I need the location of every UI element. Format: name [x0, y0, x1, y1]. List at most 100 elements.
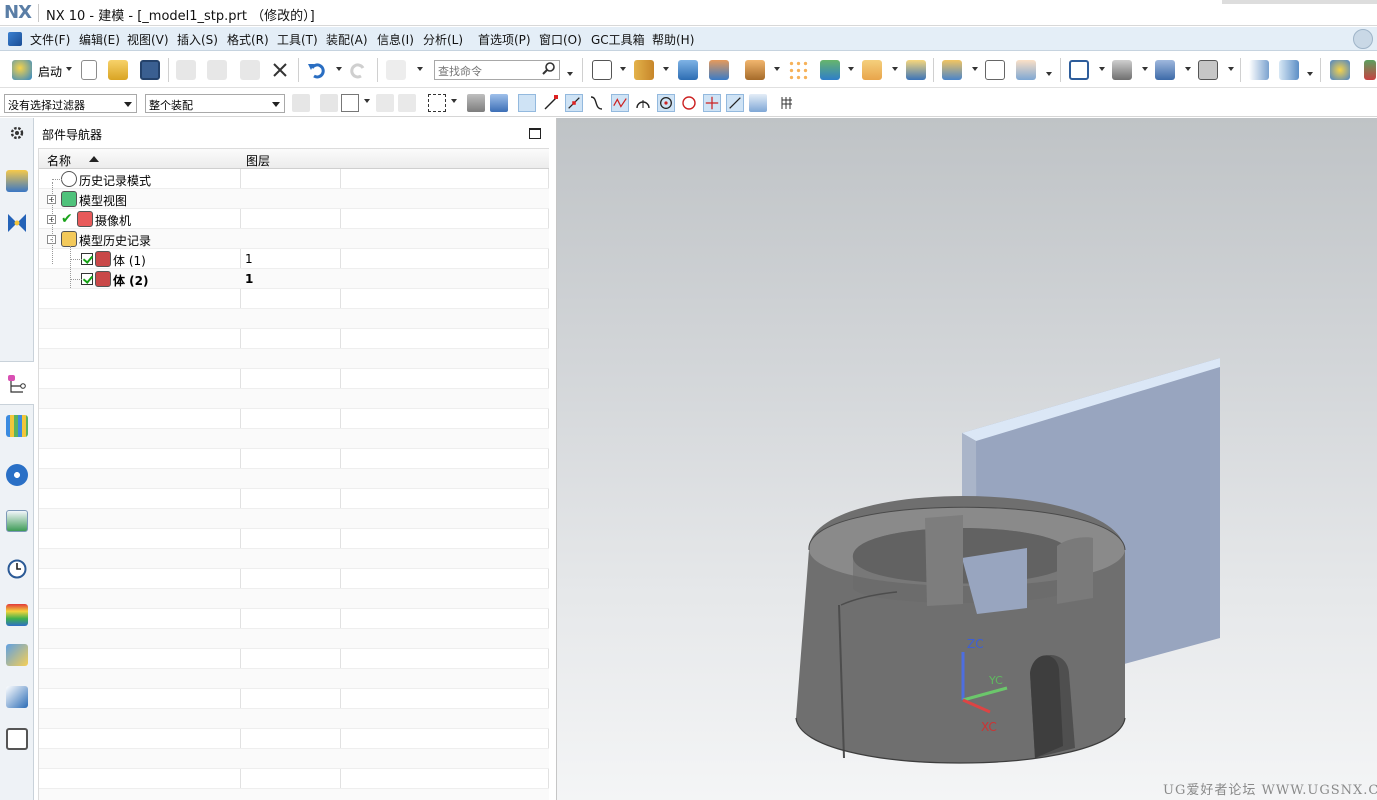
shapes-dropdown-arrow[interactable] — [848, 67, 854, 71]
quadrant-snap-icon[interactable] — [680, 94, 698, 112]
search-icon[interactable] — [541, 61, 557, 77]
help-tool-icon[interactable] — [1330, 60, 1350, 80]
end-point-snap-icon[interactable] — [542, 94, 560, 112]
maximize-icon[interactable] — [529, 128, 541, 139]
hole-icon[interactable] — [678, 60, 698, 80]
point-on-face-snap-icon[interactable] — [749, 94, 767, 112]
face-rule-icon[interactable] — [398, 94, 416, 112]
column-header-name[interactable]: 名称 — [47, 152, 71, 169]
redo-icon[interactable] — [349, 60, 369, 80]
surface-overflow-arrow[interactable] — [1046, 72, 1052, 76]
unite-icon[interactable] — [709, 60, 729, 80]
menu-file[interactable]: 文件(F) — [30, 31, 70, 48]
menu-information[interactable]: 信息(I) — [377, 31, 414, 48]
paste-icon[interactable] — [240, 60, 260, 80]
assembly-navigator-icon[interactable] — [6, 170, 28, 192]
menu-edit[interactable]: 编辑(E) — [79, 31, 120, 48]
surface-icon[interactable] — [1016, 60, 1036, 80]
circle-center-snap-icon[interactable] — [657, 94, 675, 112]
select-features-icon[interactable] — [320, 94, 338, 112]
process-studio-icon[interactable] — [6, 644, 28, 666]
orient-view-dropdown-arrow[interactable] — [1142, 67, 1148, 71]
extrude-icon[interactable] — [634, 60, 654, 80]
arc-center-snap-icon[interactable] — [634, 94, 652, 112]
repeat-dropdown-arrow[interactable] — [417, 67, 423, 71]
intersection-snap-icon[interactable] — [611, 94, 629, 112]
menu-assemblies[interactable]: 装配(A) — [326, 31, 368, 48]
rectangle-select-icon[interactable] — [428, 94, 446, 112]
tree-row[interactable]: 体 (1) 1 — [39, 249, 549, 269]
new-file-icon[interactable] — [81, 60, 97, 80]
history-clock-icon[interactable] — [6, 558, 28, 580]
manufacturing-wizard-icon[interactable] — [6, 686, 28, 708]
tree-row[interactable]: - 模型历史记录 — [39, 229, 549, 249]
clip-section-icon[interactable] — [1279, 60, 1299, 80]
trim-body-icon[interactable] — [906, 60, 926, 80]
save-icon[interactable] — [140, 60, 160, 80]
existing-point-snap-icon[interactable] — [703, 94, 721, 112]
select-arrow-icon[interactable] — [1364, 60, 1376, 80]
pattern-feature-icon[interactable] — [745, 60, 765, 80]
hd3d-tools-icon[interactable] — [6, 464, 28, 486]
repeat-command-icon[interactable] — [386, 60, 406, 80]
visibility-checkbox[interactable] — [81, 253, 93, 265]
part-navigator-icon[interactable] — [6, 373, 28, 395]
view-overflow-arrow[interactable] — [1307, 72, 1313, 76]
reuse-library-icon[interactable] — [6, 415, 28, 437]
menu-app-icon[interactable] — [8, 32, 22, 46]
tree-row[interactable]: 体 (2) 1 — [39, 269, 549, 289]
snap-all-points-icon[interactable] — [518, 94, 536, 112]
section-view-icon[interactable] — [1249, 60, 1269, 80]
fit-view-icon[interactable] — [1069, 60, 1089, 80]
cut-icon[interactable] — [176, 60, 196, 80]
gear-icon[interactable] — [6, 122, 28, 144]
menu-help[interactable]: 帮助(H) — [652, 31, 694, 48]
open-folder-icon[interactable] — [108, 60, 128, 80]
tree-row[interactable]: 历史记录模式 — [39, 169, 549, 189]
menu-view[interactable]: 视图(V) — [127, 31, 169, 48]
start-dropdown-arrow[interactable] — [66, 67, 72, 71]
copy-icon[interactable] — [207, 60, 227, 80]
snap-grid-icon[interactable] — [778, 94, 796, 112]
rectangle-select-dropdown-arrow[interactable] — [451, 99, 457, 103]
background-dropdown-arrow[interactable] — [1228, 67, 1234, 71]
sketch-dropdown-arrow[interactable] — [620, 67, 626, 71]
chamfer-icon[interactable] — [862, 60, 882, 80]
shapes-icon[interactable] — [820, 60, 840, 80]
column-header-layer[interactable]: 图层 — [246, 152, 270, 169]
menu-format[interactable]: 格式(R) — [227, 31, 269, 48]
tree-row[interactable]: + ✔ 摄像机 — [39, 209, 549, 229]
menu-preferences[interactable]: 首选项(P) — [478, 31, 531, 48]
start-icon[interactable] — [12, 60, 32, 80]
start-button-label[interactable]: 启动 — [38, 63, 62, 80]
pattern-dropdown-arrow[interactable] — [774, 67, 780, 71]
pattern-geometry-icon[interactable] — [788, 60, 808, 80]
render-style-icon[interactable] — [1155, 60, 1175, 80]
control-point-snap-icon[interactable] — [588, 94, 606, 112]
feature-selection-icon[interactable] — [376, 94, 394, 112]
toolbar-overflow-arrow[interactable] — [567, 72, 573, 76]
orient-view-icon[interactable] — [1112, 60, 1132, 80]
extrude-dropdown-arrow[interactable] — [663, 67, 669, 71]
constraint-navigator-icon[interactable] — [6, 212, 28, 234]
general-selection-icon[interactable] — [341, 94, 359, 112]
visibility-checkbox[interactable] — [81, 273, 93, 285]
filter-settings-icon[interactable] — [292, 94, 310, 112]
ring-clamp-body[interactable] — [795, 496, 1126, 764]
selection-scope-select[interactable]: 整个装配 — [145, 94, 285, 113]
roles-icon[interactable] — [6, 728, 28, 750]
delete-icon[interactable] — [270, 60, 290, 80]
system-materials-icon[interactable] — [6, 604, 28, 626]
solid-body-filter-icon[interactable] — [467, 94, 485, 112]
search-help-icon[interactable] — [1353, 29, 1373, 49]
sketch-curve-icon[interactable] — [985, 60, 1005, 80]
selection-dropdown-arrow[interactable] — [364, 99, 370, 103]
menu-gc-toolkit[interactable]: GC工具箱 — [591, 31, 645, 48]
point-on-curve-snap-icon[interactable] — [726, 94, 744, 112]
undo-icon[interactable] — [306, 60, 326, 80]
type-filter-select[interactable]: 没有选择过滤器 — [4, 94, 137, 113]
tree-row[interactable]: + 模型视图 — [39, 189, 549, 209]
render-style-dropdown-arrow[interactable] — [1185, 67, 1191, 71]
move-face-icon[interactable] — [942, 60, 962, 80]
undo-dropdown-arrow[interactable] — [336, 67, 342, 71]
